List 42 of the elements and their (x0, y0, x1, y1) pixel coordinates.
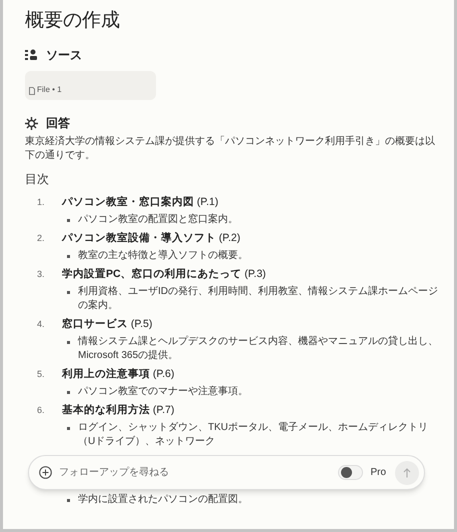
bullet-icon (67, 427, 70, 430)
file-card[interactable]: File • 1 (25, 71, 156, 100)
sources-icon (25, 49, 38, 61)
bullet-text: ログイン、シャットダウン、TKUポータル、電子メール、ホームディレクトリ（Uドライブ）、ネットワーク (78, 421, 429, 449)
toc-heading: 目次 (25, 171, 49, 187)
answer-heading: 回答 (46, 115, 70, 132)
bullet-icon (67, 341, 70, 344)
bullet-text: 教室の主な特徴と導入ソフトの概要。 (78, 249, 248, 263)
toc-item-title: 窓口サービス (P.5) (62, 316, 152, 332)
list-number: 3. (37, 268, 46, 281)
file-label: File • 1 (37, 84, 62, 96)
followup-field[interactable]: フォローアップを尋ねる Pro (28, 455, 425, 490)
bullet-icon (67, 291, 70, 294)
list-number: 6. (37, 404, 46, 417)
pro-toggle[interactable] (338, 465, 364, 480)
bullet-icon (67, 255, 70, 258)
list-number: 5. (37, 368, 46, 381)
toc-item-title: 基本的な利用方法 (P.7) (62, 402, 174, 418)
toc-item-title: 利用上の注意事項 (P.6) (62, 366, 174, 382)
sparkle-icon (25, 116, 38, 130)
list-number: 4. (37, 318, 46, 331)
toc-item-title: 学内設置PC、窓口の利用にあたって (P.3) (62, 266, 266, 282)
bullet-text: パソコン教室でのマナーや注意事項。 (78, 385, 248, 399)
page-title: 概要の作成 (25, 9, 120, 33)
bullet-icon (67, 499, 70, 502)
sources-heading: ソース (46, 47, 82, 64)
answer-intro: 東京経済大学の情報システム課が提供する「パソコンネットワーク利用手引き」の概要は以下の通りです。 (25, 135, 436, 163)
list-number: 2. (37, 232, 46, 245)
bullet-text: 情報システム課とヘルプデスクのサービス内容、機器やマニュアルの貸し出し、Microsoft 365の提供。 (78, 335, 438, 363)
toc-item-title: パソコン教室・窓口案内図 (P.1) (62, 194, 218, 210)
list-number: 1. (37, 196, 46, 209)
pro-label: Pro (370, 466, 386, 480)
file-icon (29, 87, 35, 95)
toc-item-title: パソコン教室設備・導入ソフト (P.2) (62, 231, 240, 246)
bullet-text: 学内に設置されたパソコンの配置図。 (78, 493, 248, 507)
add-icon[interactable] (39, 466, 52, 479)
bullet-text: 利用資格、ユーザIDの発行、利用時間、利用教室、情報システム課ホームページの案内。 (78, 285, 438, 313)
followup-input[interactable]: フォローアップを尋ねる (59, 465, 338, 480)
bullet-icon (67, 219, 70, 222)
up-arrow-icon (403, 468, 411, 478)
bullet-icon (67, 391, 70, 394)
bullet-text: パソコン教室の配置図と窓口案内。 (78, 213, 238, 227)
